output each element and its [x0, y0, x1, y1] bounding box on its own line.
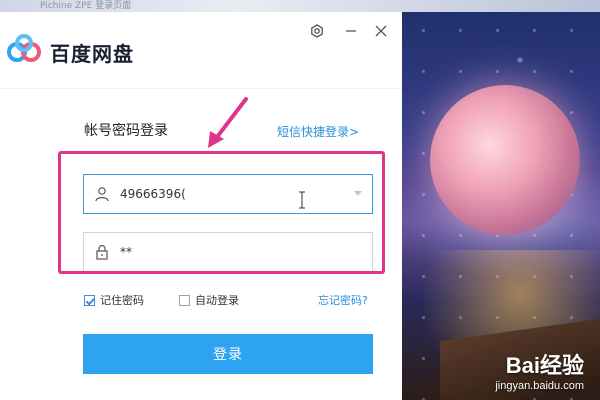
app-title: 百度网盘 — [50, 42, 134, 66]
gear-icon — [311, 24, 323, 38]
account-dropdown-icon[interactable] — [354, 191, 362, 196]
settings-button[interactable] — [306, 20, 328, 42]
login-mode-title: 帐号密码登录 — [84, 123, 168, 139]
password-field[interactable] — [83, 232, 373, 272]
login-window: 百度网盘 帐号密码登录 短信快捷登录> 49666396(** 记住密码 自动… — [0, 12, 402, 400]
minimize-icon — [346, 30, 356, 32]
password-input[interactable] — [120, 245, 320, 259]
login-button[interactable]: 登录 — [83, 334, 373, 374]
watermark: Bai经验 jingyan.baidu.com — [495, 348, 584, 392]
watermark-title: Bai经验 — [505, 353, 584, 378]
username-input[interactable] — [120, 187, 320, 201]
baidu-netdisk-logo-icon — [7, 34, 41, 62]
auto-login-option[interactable]: 自动登录 — [179, 292, 239, 308]
sms-login-link[interactable]: 短信快捷登录> — [277, 123, 359, 140]
moon-decoration — [430, 85, 580, 235]
close-button[interactable] — [370, 20, 392, 42]
text-cursor-icon — [299, 191, 305, 209]
window-header: 百度网盘 — [0, 12, 402, 88]
forgot-password-link[interactable]: 忘记密码? — [318, 292, 368, 308]
header-divider — [0, 88, 402, 89]
auto-login-label: 自动登录 — [195, 294, 239, 307]
remember-password-option[interactable]: 记住密码 — [84, 292, 144, 308]
close-icon — [375, 25, 387, 37]
lock-icon — [84, 233, 120, 271]
username-field[interactable] — [83, 174, 373, 214]
watermark-url: jingyan.baidu.com — [495, 380, 584, 392]
remember-password-label: 记住密码 — [100, 294, 144, 307]
auto-login-checkbox[interactable] — [179, 294, 190, 306]
minimize-button[interactable] — [340, 20, 362, 42]
remember-password-checkbox[interactable] — [84, 294, 95, 306]
user-icon — [84, 175, 120, 213]
